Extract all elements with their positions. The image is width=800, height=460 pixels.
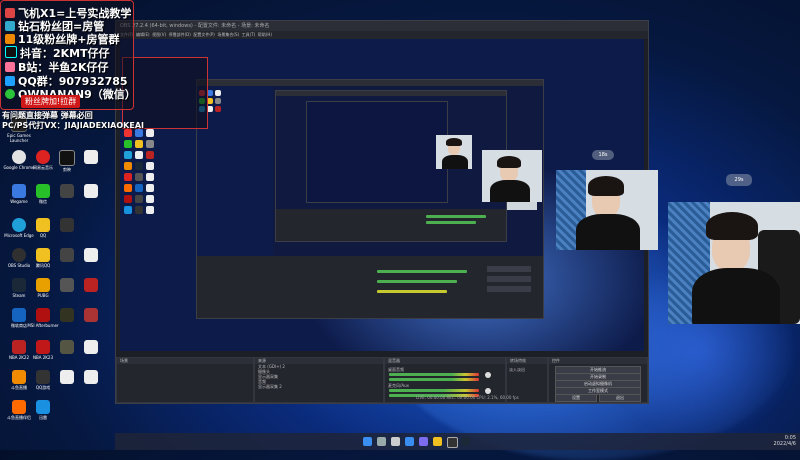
webcam-medium xyxy=(556,170,658,250)
desktop-icon[interactable]: 迅雷 xyxy=(26,400,60,420)
desktop-icon[interactable] xyxy=(74,184,108,199)
badge-icon xyxy=(5,34,15,44)
controls-dock[interactable]: 控件 开始推流 开始录制 启动虚拟摄像机 工作室模式 设置 退出 xyxy=(548,357,648,403)
sources-dock[interactable]: 来源 文本 (GDI+) 2 摄像头 显示器采集 音频 显示器采集 2 xyxy=(254,357,384,403)
menu-profile[interactable]: 配置文件(P) xyxy=(193,32,215,37)
menu-edit[interactable]: 编辑(E) xyxy=(136,32,150,37)
desktop-icon[interactable] xyxy=(50,218,84,233)
timer-bubble: 29s xyxy=(726,174,752,186)
controls-dock-title: 控件 xyxy=(549,358,647,364)
scenes-dock-title: 场景 xyxy=(117,358,253,364)
taskbar: 0:05 2022/4/6 xyxy=(115,433,800,450)
chat-icon[interactable] xyxy=(419,437,428,446)
fan-badge-tag: 粉丝牌加!拉群 xyxy=(21,95,81,108)
obs-taskbar-icon[interactable] xyxy=(447,437,458,448)
menu-tools[interactable]: 工具(T) xyxy=(242,32,256,37)
explorer-icon[interactable] xyxy=(433,437,442,446)
speaker-icon[interactable] xyxy=(485,372,491,378)
timer-bubble: 18s xyxy=(592,150,614,160)
settings-button[interactable]: 设置 xyxy=(555,394,597,402)
search-icon[interactable] xyxy=(377,437,386,446)
transition-select[interactable]: 淡入淡出 xyxy=(507,364,547,373)
desktop-icon[interactable] xyxy=(74,308,108,323)
wechat-icon xyxy=(5,89,15,99)
mixer-meter xyxy=(389,378,479,381)
desktop-icon[interactable] xyxy=(74,340,108,355)
desktop-icon[interactable] xyxy=(74,150,108,165)
bilibili-icon xyxy=(5,62,15,72)
mixer-meter xyxy=(389,389,479,392)
mixer-dock-title: 混音器 xyxy=(385,358,505,364)
clock-date: 2022/4/6 xyxy=(773,441,796,447)
menu-view[interactable]: 视图(V) xyxy=(152,32,166,37)
stream-overlay: 飞机X1=上号实战教学 钻石粉丝团=房管 11级粉丝牌+房管群 抖音：2KMT仔… xyxy=(0,0,136,110)
taskbar-clock[interactable]: 0:05 2022/4/6 xyxy=(774,435,796,447)
preview-desktop-icons xyxy=(124,129,154,214)
menu-docks[interactable]: 停靠部件(D) xyxy=(169,32,191,37)
source-item[interactable]: 显示器采集 2 xyxy=(258,384,383,389)
menu-scenes[interactable]: 场景集合(S) xyxy=(217,32,239,37)
exit-button[interactable]: 退出 xyxy=(599,394,641,402)
speaker-icon[interactable] xyxy=(485,388,491,394)
douyin-icon xyxy=(5,46,17,58)
status-bar: LIVE: 00:00:00 REC: 00:00:00 CPU: 2.1%, … xyxy=(416,395,519,400)
steam-taskbar-icon[interactable] xyxy=(461,437,470,446)
task-view-icon[interactable] xyxy=(391,437,400,446)
widgets-icon[interactable] xyxy=(405,437,414,446)
overlay-contact-line: PC/PS代打VX：JIAJIADEXIAOKEAI xyxy=(2,121,145,130)
mixer-meter xyxy=(389,373,479,376)
desktop-icon[interactable] xyxy=(74,248,108,263)
menu-help[interactable]: 帮助(H) xyxy=(258,32,272,37)
gem-icon xyxy=(5,21,15,31)
webcam-small xyxy=(482,150,542,202)
webcam-main xyxy=(668,202,800,324)
plane-icon xyxy=(5,8,15,18)
desktop-icon[interactable] xyxy=(74,278,108,293)
start-icon[interactable] xyxy=(363,437,372,446)
window-title: OBS 27.2.4 (64-bit, windows) - 配置文件: 未命名… xyxy=(116,21,648,31)
scenes-dock[interactable]: 场景 xyxy=(116,357,254,403)
webcam-tiny xyxy=(436,135,472,169)
desktop-icon[interactable] xyxy=(74,370,108,385)
qq-icon xyxy=(5,76,15,86)
menu-bar: 文件(F) 编辑(E) 视图(V) 停靠部件(D) 配置文件(P) 场景集合(S… xyxy=(116,31,648,39)
